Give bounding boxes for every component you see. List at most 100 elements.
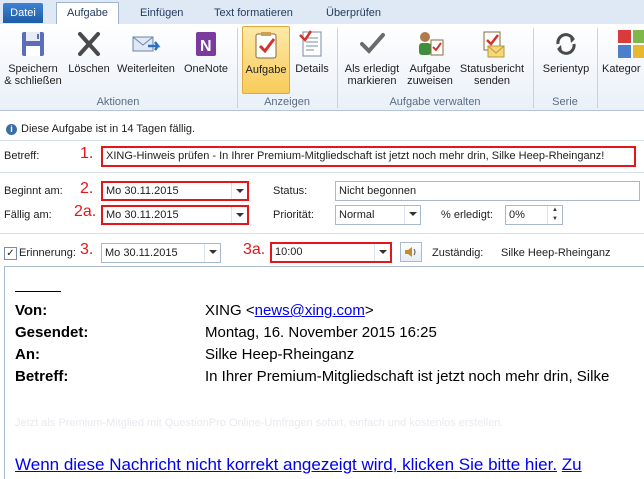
annotation-1: 1. bbox=[80, 145, 94, 162]
annotation-2a: 2a. bbox=[74, 203, 97, 220]
series-type-button[interactable]: Serientyp bbox=[538, 28, 594, 75]
details-button[interactable]: Details bbox=[292, 28, 332, 75]
reminder-label: Erinnerung: bbox=[19, 247, 76, 259]
onenote-button[interactable]: N OneNote bbox=[180, 28, 232, 75]
delete-icon bbox=[78, 32, 100, 56]
reminder-sound-button[interactable] bbox=[400, 242, 422, 262]
save-close-icon bbox=[22, 32, 44, 56]
onenote-label: OneNote bbox=[183, 63, 229, 75]
reminder-checkbox[interactable]: ✓ bbox=[4, 247, 17, 260]
spin-arrows-icon[interactable]: ▲ ▼ bbox=[547, 206, 562, 224]
details-icon bbox=[299, 30, 322, 57]
due-date-field[interactable]: Mo 30.11.2015 bbox=[101, 205, 249, 225]
group-label-manage: Aufgabe verwalten bbox=[389, 96, 481, 108]
status-report-button[interactable]: Statusbericht senden bbox=[456, 28, 528, 87]
categorize-icon bbox=[618, 30, 644, 58]
divider bbox=[0, 140, 644, 141]
mail-sent-value: Montag, 16. November 2015 16:25 bbox=[205, 324, 437, 341]
subject-label: Betreff: bbox=[4, 150, 40, 162]
assign-task-label: Aufgabe zuweisen bbox=[407, 63, 453, 87]
task-view-button[interactable]: Aufgabe bbox=[242, 26, 290, 94]
task-view-label: Aufgabe bbox=[245, 64, 287, 76]
ribbon: Speichern & schließen Löschen Weiterleit… bbox=[0, 24, 644, 111]
tab-insert[interactable]: Einfügen bbox=[130, 3, 193, 23]
mail-preheader-text: Jetzt als Premium-Mitglied mit QuestionP… bbox=[15, 417, 504, 429]
priority-dropdown[interactable]: Normal bbox=[335, 205, 421, 225]
save-close-label: Speichern & schließen bbox=[4, 63, 62, 87]
mail-to-label: An: bbox=[15, 346, 40, 363]
start-date-label: Beginnt am: bbox=[4, 185, 63, 197]
reminder-time-field[interactable]: 10:00 bbox=[270, 242, 392, 263]
group-label-actions: Aktionen bbox=[96, 96, 140, 108]
reminder-time-value: 10:00 bbox=[275, 246, 303, 258]
group-label-show: Anzeigen bbox=[264, 96, 310, 108]
info-bar: i Diese Aufgabe ist in 14 Tagen fällig. bbox=[0, 119, 644, 139]
reminder-date-field[interactable]: Mo 30.11.2015 bbox=[101, 243, 221, 263]
assign-task-icon bbox=[419, 32, 444, 56]
save-close-button[interactable]: Speichern & schließen bbox=[2, 28, 64, 87]
divider bbox=[0, 233, 644, 234]
ribbon-tab-bar: Datei Aufgabe Einfügen Text formatieren … bbox=[0, 0, 644, 25]
checkmark-icon bbox=[360, 33, 385, 54]
recurrence-icon bbox=[556, 33, 576, 55]
delete-button[interactable]: Löschen bbox=[66, 28, 112, 75]
mail-from-value: XING <news@xing.com> bbox=[205, 302, 374, 319]
priority-label: Priorität: bbox=[273, 209, 314, 221]
mark-complete-button[interactable]: Als erledigt markieren bbox=[340, 28, 404, 87]
view-online-link-tail[interactable]: Zu bbox=[562, 455, 582, 474]
mail-from-email-link[interactable]: news@xing.com bbox=[255, 302, 365, 319]
info-text: Diese Aufgabe ist in 14 Tagen fällig. bbox=[21, 123, 196, 135]
mail-view-online-line: Wenn diese Nachricht nicht korrekt angez… bbox=[15, 455, 582, 475]
due-date-value: Mo 30.11.2015 bbox=[106, 209, 179, 221]
mail-from-close: > bbox=[364, 302, 374, 319]
mail-to-value: Silke Heep-Rheinganz bbox=[205, 346, 355, 363]
categorize-button[interactable]: Kategor bbox=[600, 28, 644, 75]
chevron-down-icon[interactable] bbox=[231, 207, 247, 223]
group-separator bbox=[597, 28, 598, 108]
series-type-label: Serientyp bbox=[542, 63, 590, 75]
percent-complete-value: 0% bbox=[509, 209, 525, 221]
forward-icon bbox=[132, 36, 161, 52]
status-dropdown[interactable]: Nicht begonnen bbox=[335, 181, 640, 201]
mail-subject-label: Betreff: bbox=[15, 368, 69, 385]
owner-label: Zuständig: bbox=[432, 247, 484, 259]
percent-complete-label: % erledigt: bbox=[441, 209, 493, 221]
info-icon: i bbox=[6, 123, 17, 135]
chevron-down-icon[interactable] bbox=[231, 183, 247, 199]
onenote-icon: N bbox=[196, 32, 216, 56]
annotation-2: 2. bbox=[80, 180, 94, 197]
start-date-value: Mo 30.11.2015 bbox=[106, 185, 179, 197]
chevron-down-icon[interactable] bbox=[404, 206, 420, 224]
assign-task-button[interactable]: Aufgabe zuweisen bbox=[404, 28, 456, 87]
tab-format-text[interactable]: Text formatieren bbox=[204, 3, 303, 23]
speaker-icon bbox=[405, 247, 416, 257]
status-label: Status: bbox=[273, 185, 308, 197]
tab-review[interactable]: Überprüfen bbox=[316, 3, 391, 23]
tab-task[interactable]: Aufgabe bbox=[56, 2, 119, 24]
task-clipboard-icon bbox=[255, 32, 277, 59]
chevron-down-icon[interactable] bbox=[204, 244, 220, 262]
categorize-label: Kategor bbox=[602, 63, 641, 75]
annotation-3a: 3a. bbox=[243, 241, 266, 258]
svg-text:N: N bbox=[200, 38, 212, 55]
view-online-link[interactable]: Wenn diese Nachricht nicht korrekt angez… bbox=[15, 455, 557, 474]
mail-from-name: XING < bbox=[205, 302, 255, 319]
due-date-label: Fällig am: bbox=[4, 209, 52, 221]
reminder-date-value: Mo 30.11.2015 bbox=[105, 247, 178, 259]
mark-complete-label: Als erledigt markieren bbox=[344, 63, 400, 87]
start-date-field[interactable]: Mo 30.11.2015 bbox=[101, 181, 249, 201]
details-label: Details bbox=[295, 63, 329, 75]
status-report-icon bbox=[483, 31, 505, 58]
tab-file[interactable]: Datei bbox=[3, 3, 43, 23]
status-value: Nicht begonnen bbox=[339, 185, 417, 197]
mail-subject-value: In Ihrer Premium-Mitgliedschaft ist jetz… bbox=[205, 368, 610, 385]
forward-label: Weiterleiten bbox=[117, 63, 175, 75]
task-body-editor[interactable]: Von: XING <news@xing.com> Gesendet: Mont… bbox=[4, 266, 644, 479]
divider bbox=[0, 172, 644, 173]
subject-input[interactable]: XING-Hinweis prüfen - In Ihrer Premium-M… bbox=[101, 146, 636, 167]
chevron-down-icon[interactable] bbox=[374, 244, 390, 261]
forward-button[interactable]: Weiterleiten bbox=[114, 28, 178, 75]
separator-rule bbox=[15, 291, 61, 292]
status-report-label: Statusbericht senden bbox=[459, 63, 525, 87]
percent-complete-stepper[interactable]: 0% ▲ ▼ bbox=[505, 205, 563, 225]
